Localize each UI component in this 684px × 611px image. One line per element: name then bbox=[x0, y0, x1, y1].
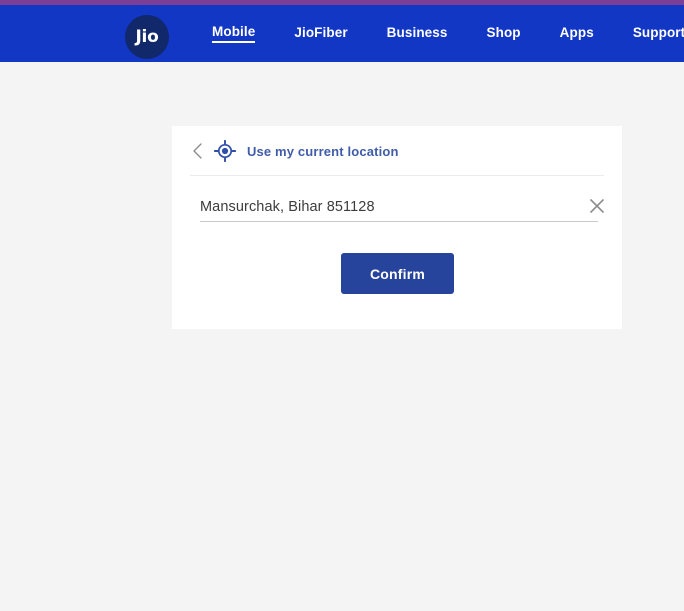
page-content: Use my current location Confirm bbox=[0, 62, 684, 611]
use-current-location-label[interactable]: Use my current location bbox=[247, 144, 399, 159]
confirm-button[interactable]: Confirm bbox=[341, 253, 454, 294]
card-header: Use my current location bbox=[172, 126, 622, 175]
navbar-links: Mobile JioFiber Business Shop Apps Suppo… bbox=[212, 5, 684, 62]
location-picker-card: Use my current location Confirm bbox=[172, 126, 622, 329]
jio-logo-text: Jio bbox=[135, 26, 159, 47]
nav-link-jiofiber[interactable]: JioFiber bbox=[294, 25, 347, 42]
nav-link-business[interactable]: Business bbox=[387, 25, 448, 42]
nav-link-shop[interactable]: Shop bbox=[487, 25, 521, 42]
nav-link-apps[interactable]: Apps bbox=[560, 25, 594, 42]
location-input[interactable] bbox=[200, 194, 560, 220]
location-input-row bbox=[200, 194, 605, 222]
jio-logo[interactable]: Jio bbox=[125, 15, 169, 59]
gps-crosshair-icon[interactable] bbox=[213, 139, 237, 163]
card-divider bbox=[190, 175, 604, 176]
nav-link-mobile[interactable]: Mobile bbox=[212, 24, 256, 43]
site-navbar: Jio Mobile JioFiber Business Shop Apps S… bbox=[0, 5, 684, 62]
close-x-icon[interactable] bbox=[586, 195, 608, 217]
nav-link-support[interactable]: Support bbox=[633, 25, 684, 42]
chevron-left-icon[interactable] bbox=[188, 141, 208, 161]
